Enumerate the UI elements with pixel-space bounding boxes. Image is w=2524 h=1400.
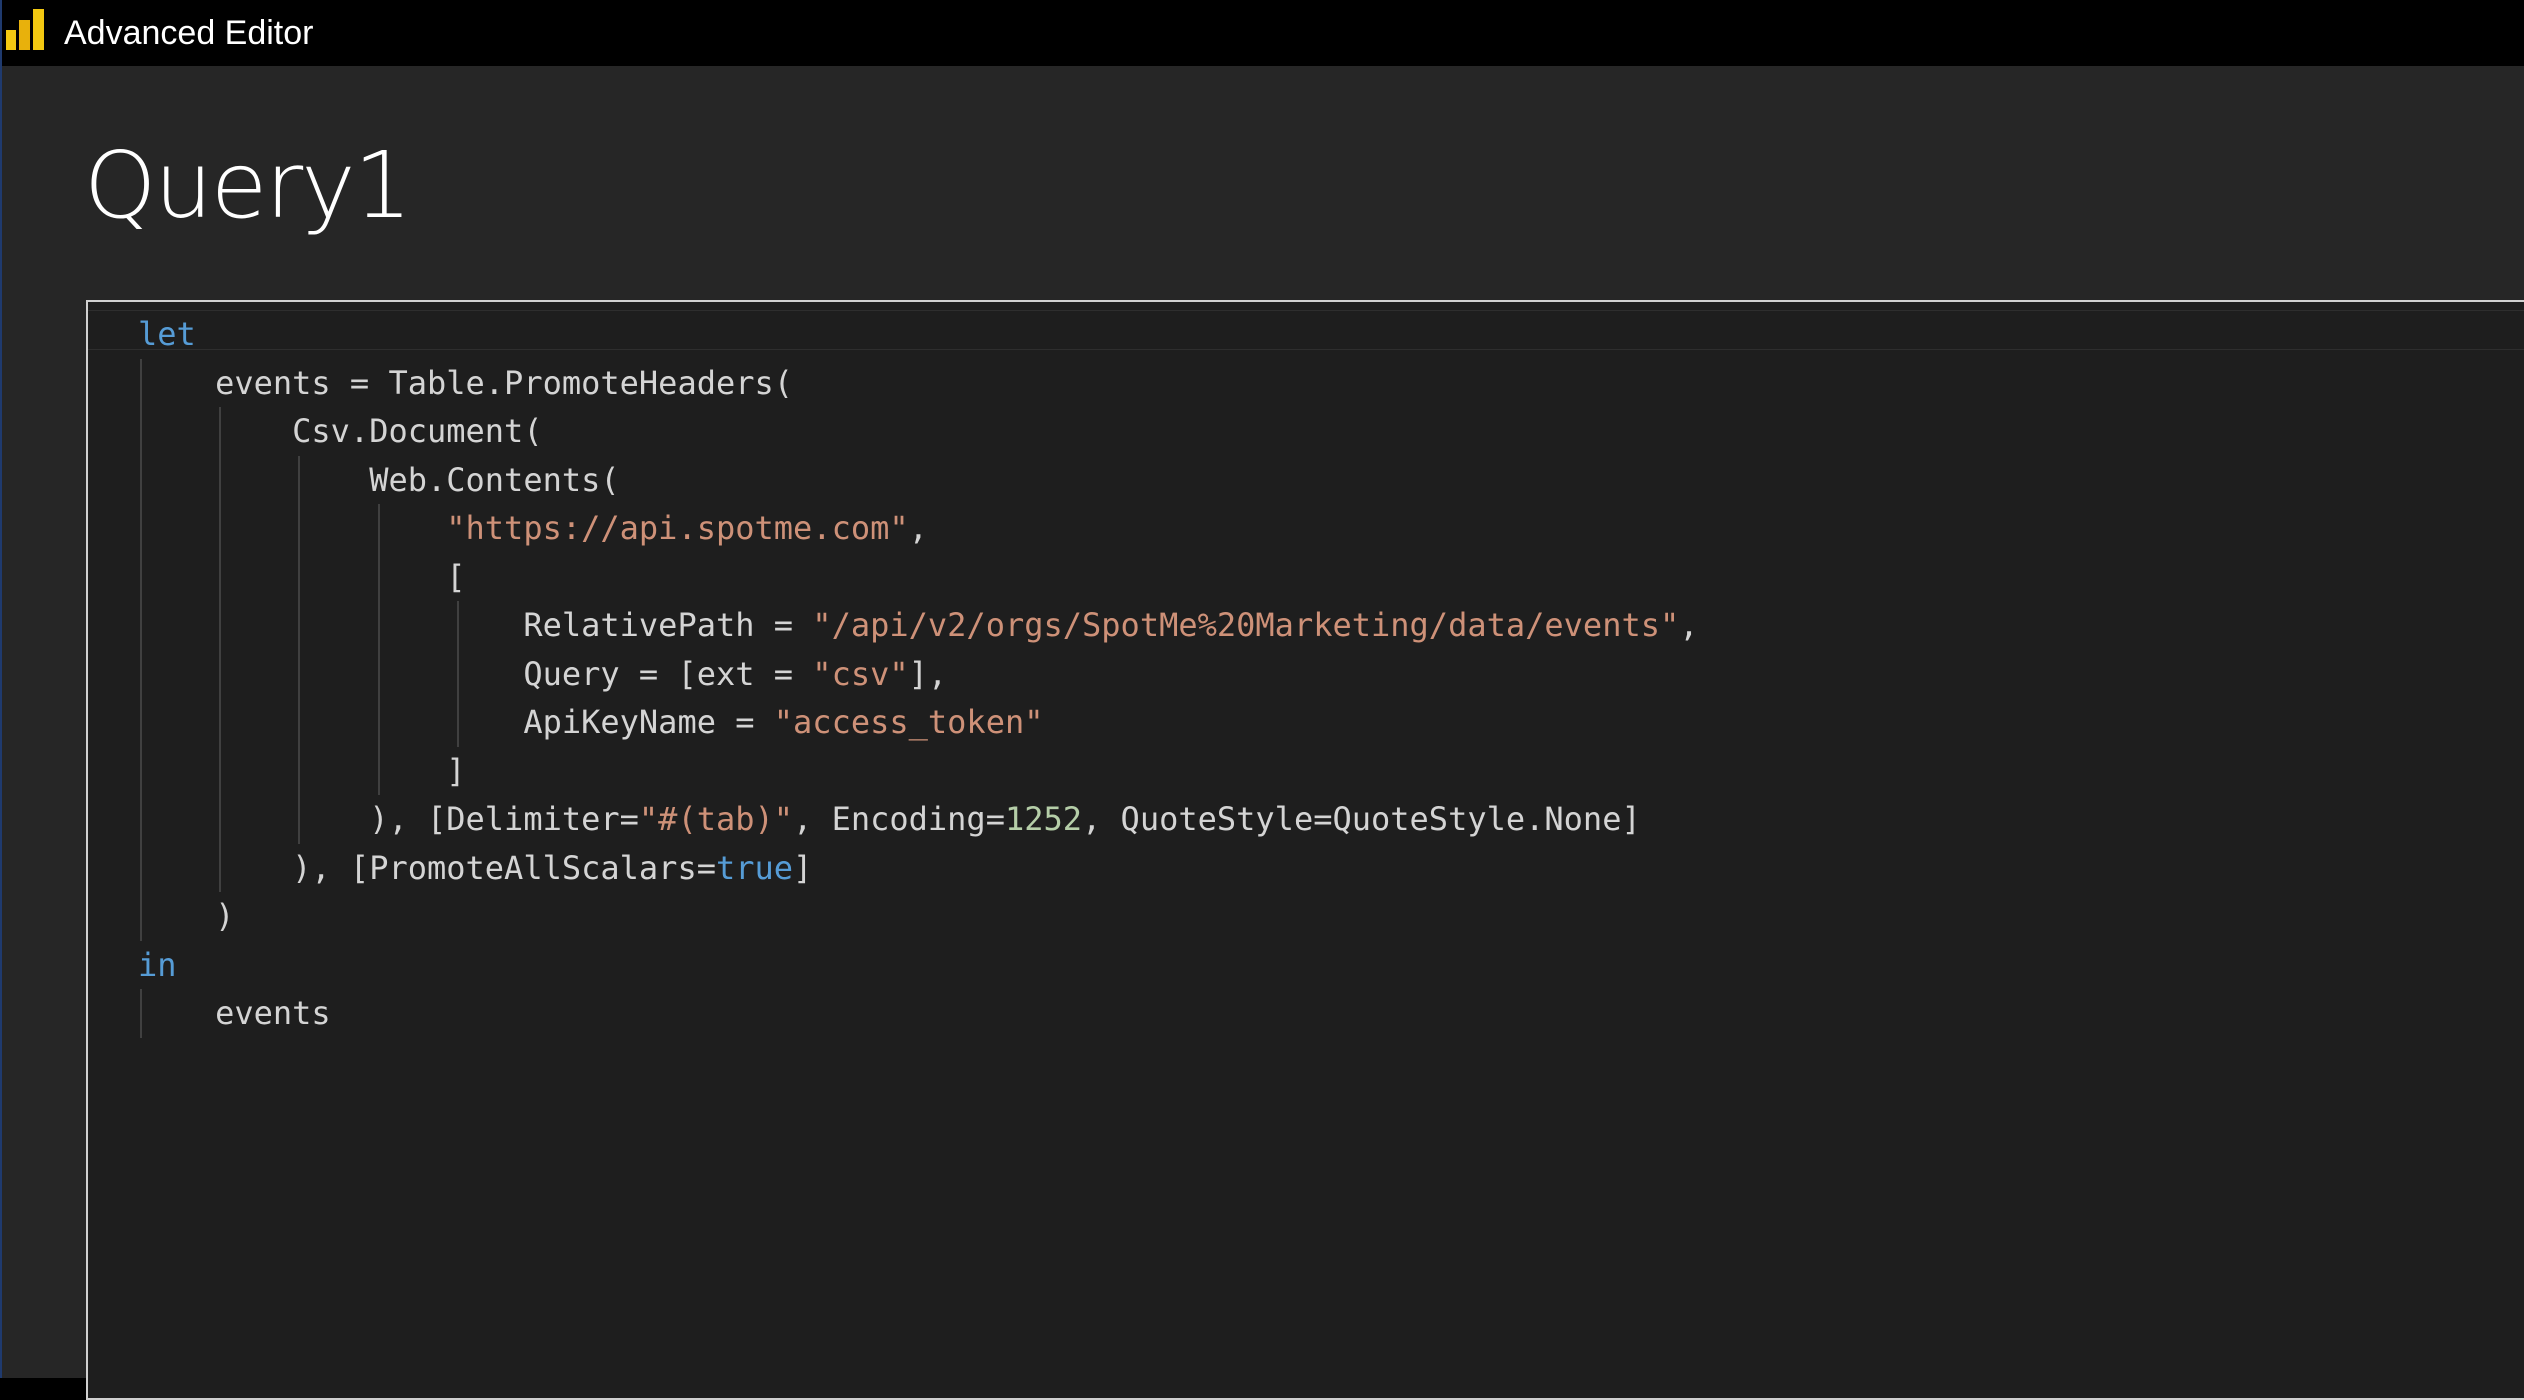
indent-guide bbox=[298, 795, 301, 844]
code-token: , QuoteStyle=QuoteStyle.None] bbox=[1082, 800, 1641, 838]
code-token: "#(tab)" bbox=[638, 800, 794, 838]
indent-guide bbox=[298, 746, 301, 795]
code-token: RelativePath = bbox=[523, 606, 813, 644]
indent-guide bbox=[377, 746, 380, 795]
code-line[interactable]: in bbox=[138, 941, 1699, 990]
indent-guide bbox=[377, 698, 380, 747]
code-line[interactable]: Web.Contents( bbox=[138, 455, 1699, 504]
title-bar[interactable]: Advanced Editor bbox=[2, 0, 2524, 66]
indent-guide bbox=[298, 698, 301, 747]
code-editor[interactable]: let events = Table.PromoteHeaders( Csv.D… bbox=[86, 300, 2524, 1400]
code-line[interactable]: ) bbox=[138, 892, 1699, 941]
indent-guide bbox=[219, 795, 222, 844]
indent-guide bbox=[377, 601, 380, 650]
indent-guide bbox=[377, 504, 380, 553]
query-title: Query1 bbox=[84, 132, 412, 239]
code-line[interactable]: Query = [ext = "csv"], bbox=[138, 649, 1699, 698]
indent-guide bbox=[377, 552, 380, 601]
power-bi-logo-icon bbox=[6, 9, 44, 50]
code-line[interactable]: let bbox=[138, 310, 1699, 359]
code-token: , Encoding= bbox=[793, 800, 1005, 838]
code-token: 1252 bbox=[1004, 800, 1083, 838]
indent-guide bbox=[298, 504, 301, 553]
code-token: events = Table.PromoteHeaders( bbox=[215, 363, 794, 402]
indent-guide bbox=[219, 504, 222, 553]
code-line[interactable]: [ bbox=[138, 552, 1699, 601]
code-line[interactable]: "https://api.spotme.com", bbox=[138, 504, 1699, 553]
indent-guide bbox=[140, 698, 142, 747]
code-token: "https://api.spotme.com" bbox=[446, 509, 909, 547]
window-title: Advanced Editor bbox=[64, 14, 314, 52]
code-token: [ bbox=[446, 557, 466, 596]
indent-guide bbox=[219, 698, 222, 747]
indent-guide bbox=[219, 455, 222, 504]
indent-guide bbox=[219, 601, 222, 650]
indent-guide bbox=[140, 989, 142, 1038]
code-token: Web.Contents( bbox=[369, 460, 620, 499]
indent-guide bbox=[140, 358, 142, 407]
code-token: in bbox=[138, 945, 177, 984]
code-token: events bbox=[215, 994, 331, 1032]
indent-guide bbox=[140, 552, 142, 601]
code-token: ] bbox=[793, 848, 813, 887]
advanced-editor-window: Advanced Editor Query1 let events = Tabl… bbox=[0, 0, 2524, 1400]
indent-guide bbox=[298, 455, 301, 504]
indent-guide bbox=[219, 843, 222, 892]
indent-guide bbox=[456, 649, 459, 698]
code-line[interactable]: events = Table.PromoteHeaders( bbox=[138, 358, 1699, 407]
indent-guide bbox=[298, 601, 301, 650]
code-token: ] bbox=[446, 751, 466, 790]
indent-guide bbox=[140, 843, 142, 892]
indent-guide bbox=[219, 746, 222, 795]
code-token: ], bbox=[908, 654, 948, 693]
code-line[interactable]: RelativePath = "/api/v2/orgs/SpotMe%20Ma… bbox=[138, 601, 1699, 650]
code-line[interactable]: ] bbox=[138, 746, 1699, 795]
code-token: Query = [ext = bbox=[523, 654, 813, 693]
code-line[interactable]: Csv.Document( bbox=[138, 407, 1699, 456]
indent-guide bbox=[456, 601, 459, 650]
code-content[interactable]: let events = Table.PromoteHeaders( Csv.D… bbox=[138, 310, 1699, 1038]
code-line[interactable]: events bbox=[138, 989, 1699, 1038]
indent-guide bbox=[140, 649, 142, 698]
indent-guide bbox=[140, 504, 142, 553]
indent-guide bbox=[219, 552, 222, 601]
code-token: true bbox=[715, 848, 794, 887]
indent-guide bbox=[456, 698, 459, 747]
code-token: "access_token" bbox=[773, 703, 1044, 741]
code-token: ), [Delimiter= bbox=[369, 800, 639, 838]
code-line[interactable]: ApiKeyName = "access_token" bbox=[138, 698, 1699, 747]
indent-guide bbox=[219, 407, 222, 456]
code-token: ApiKeyName = bbox=[523, 703, 774, 741]
indent-guide bbox=[140, 455, 142, 504]
indent-guide bbox=[298, 552, 301, 601]
indent-guide bbox=[140, 407, 142, 456]
code-token: , bbox=[1679, 606, 1699, 644]
indent-guide bbox=[298, 649, 301, 698]
indent-guide bbox=[140, 746, 142, 795]
code-token: "csv" bbox=[812, 654, 909, 693]
code-token: ) bbox=[215, 897, 235, 935]
indent-guide bbox=[140, 892, 142, 941]
indent-guide bbox=[377, 649, 380, 698]
code-token: let bbox=[138, 315, 196, 353]
indent-guide bbox=[140, 795, 142, 844]
code-token: Csv.Document( bbox=[292, 412, 543, 450]
indent-guide bbox=[140, 601, 142, 650]
code-line[interactable]: ), [Delimiter="#(tab)", Encoding=1252, Q… bbox=[138, 795, 1699, 844]
code-token: ), [PromoteAllScalars= bbox=[292, 848, 716, 887]
indent-guide bbox=[219, 649, 222, 698]
code-line[interactable]: ), [PromoteAllScalars=true] bbox=[138, 843, 1699, 892]
code-token: , bbox=[908, 509, 928, 547]
code-token: "/api/v2/orgs/SpotMe%20Marketing/data/ev… bbox=[812, 606, 1680, 644]
